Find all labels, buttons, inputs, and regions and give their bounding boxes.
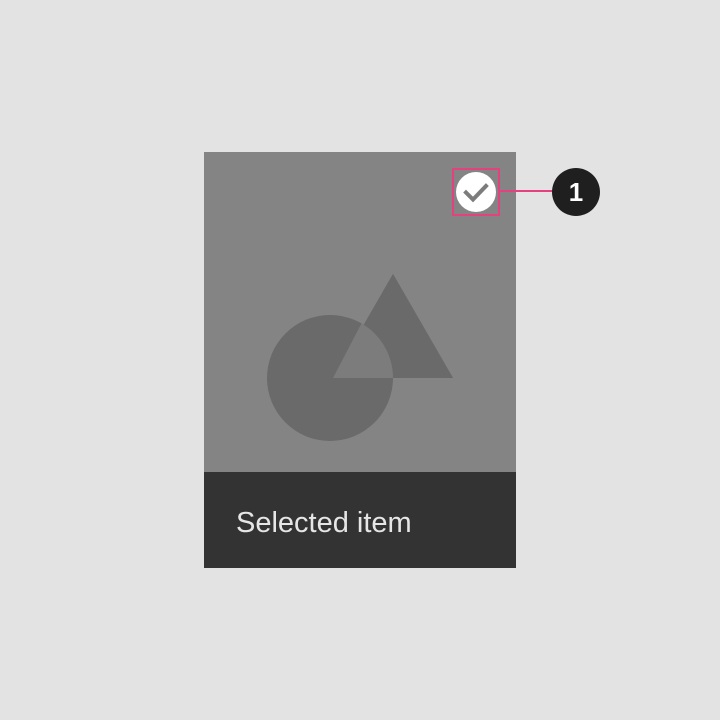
card-caption: Selected item bbox=[236, 507, 412, 539]
card-caption-bar: Selected item bbox=[204, 472, 516, 568]
checkmark-icon bbox=[463, 183, 489, 203]
selection-checkbox[interactable] bbox=[452, 168, 500, 216]
check-circle-icon bbox=[456, 172, 496, 212]
callout-number-badge: 1 bbox=[552, 168, 600, 216]
callout-connector bbox=[500, 190, 554, 192]
